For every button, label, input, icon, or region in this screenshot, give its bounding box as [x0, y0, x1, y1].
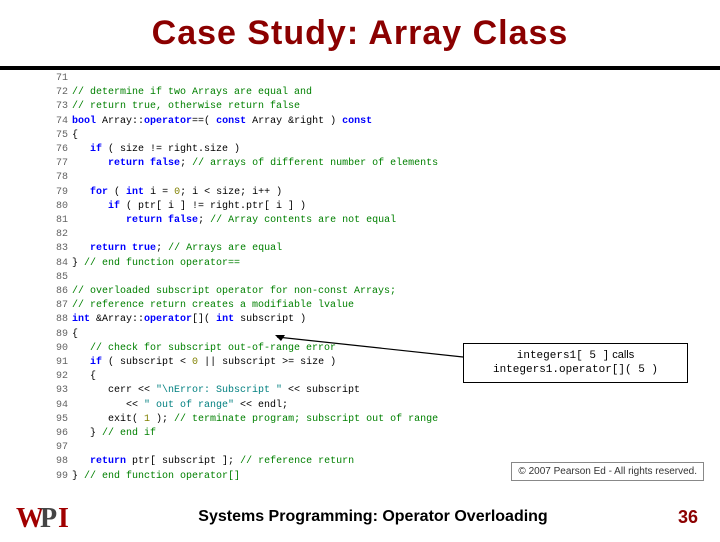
code-line: 71 — [48, 72, 688, 86]
copyright-notice: © 2007 Pearson Ed - All rights reserved. — [511, 462, 704, 481]
code-line: 80 if ( ptr[ i ] != right.ptr[ i ] ) — [48, 200, 688, 214]
wpi-logo: W P I — [16, 497, 86, 537]
callout-code-2: integers1.operator[]( 5 ) — [493, 364, 658, 376]
title-bar: Case Study: Array Class — [0, 0, 720, 70]
code-line: 88int &Array::operator[]( int subscript … — [48, 313, 688, 327]
code-listing: 7172// determine if two Arrays are equal… — [48, 72, 688, 484]
code-line: 96 } // end if — [48, 427, 688, 441]
code-line: 82 — [48, 228, 688, 242]
code-line: 77 return false; // arrays of different … — [48, 157, 688, 171]
callout-text-1: calls — [609, 349, 634, 361]
slide-title: Case Study: Array Class — [152, 14, 569, 53]
code-line: 94 << " out of range" << endl; — [48, 399, 688, 413]
code-line: 81 return false; // Array contents are n… — [48, 214, 688, 228]
svg-text:I: I — [58, 503, 69, 534]
code-line: 73// return true, otherwise return false — [48, 100, 688, 114]
footer-text: Systems Programming: Operator Overloadin… — [86, 508, 660, 526]
code-line: 85 — [48, 271, 688, 285]
code-line: 86// overloaded subscript operator for n… — [48, 285, 688, 299]
code-line: 97 — [48, 441, 688, 455]
callout-box: integers1[ 5 ] calls integers1.operator[… — [463, 343, 688, 383]
code-line: 83 return true; // Arrays are equal — [48, 242, 688, 256]
code-line: 75{ — [48, 129, 688, 143]
code-line: 79 for ( int i = 0; i < size; i++ ) — [48, 186, 688, 200]
code-line: 87// reference return creates a modifiab… — [48, 299, 688, 313]
svg-text:P: P — [40, 503, 57, 534]
code-line: 95 exit( 1 ); // terminate program; subs… — [48, 413, 688, 427]
code-line: 93 cerr << "\nError: Subscript " << subs… — [48, 384, 688, 398]
callout-arrow — [275, 335, 465, 365]
code-line: 74bool Array::operator==( const Array &r… — [48, 115, 688, 129]
footer: W P I Systems Programming: Operator Over… — [0, 494, 720, 540]
code-line: 72// determine if two Arrays are equal a… — [48, 86, 688, 100]
code-line: 76 if ( size != right.size ) — [48, 143, 688, 157]
code-line: 78 — [48, 171, 688, 185]
callout-code-1: integers1[ 5 ] — [517, 350, 609, 362]
code-line: 84} // end function operator== — [48, 257, 688, 271]
page-number: 36 — [660, 507, 720, 528]
